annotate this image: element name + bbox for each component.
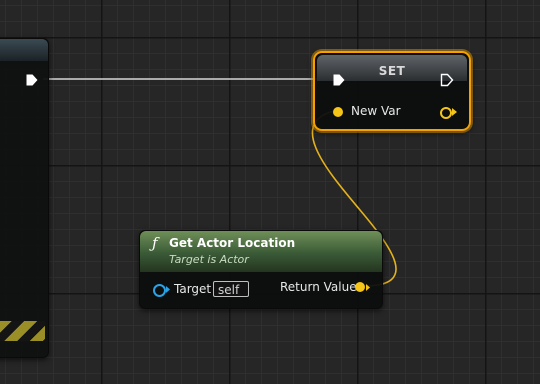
- new-var-pin-label: New Var: [351, 104, 401, 118]
- exec-out-pin-icon[interactable]: [25, 73, 39, 87]
- target-pin-label: Target: [174, 282, 212, 296]
- node-header: [0, 39, 48, 61]
- node-header: ƒ Get Actor Location Target is Actor: [140, 231, 382, 272]
- pin-arrow-icon: [366, 284, 370, 291]
- get-actor-location-node[interactable]: ƒ Get Actor Location Target is Actor Tar…: [139, 230, 383, 309]
- function-subtitle: Target is Actor: [169, 253, 249, 266]
- pin-arrow-icon: [166, 286, 170, 293]
- return-value-pin-icon[interactable]: [355, 282, 365, 292]
- function-title: Get Actor Location: [169, 236, 296, 250]
- return-value-pin-label: Return Value: [280, 280, 357, 294]
- new-var-output-pin-icon[interactable]: [440, 107, 452, 119]
- pin-arrow-icon: [452, 108, 457, 116]
- hazard-stripe: [0, 321, 45, 341]
- new-var-input-pin-icon[interactable]: [333, 107, 343, 117]
- target-pin-icon[interactable]: [153, 284, 166, 297]
- exec-in-pin-icon[interactable]: [332, 73, 346, 87]
- offscreen-event-node[interactable]: [0, 38, 49, 358]
- exec-out-pin-icon[interactable]: [440, 73, 454, 87]
- set-variable-node[interactable]: SET New Var: [313, 51, 471, 131]
- target-default-field[interactable]: self: [213, 281, 249, 297]
- function-icon: ƒ: [152, 234, 158, 252]
